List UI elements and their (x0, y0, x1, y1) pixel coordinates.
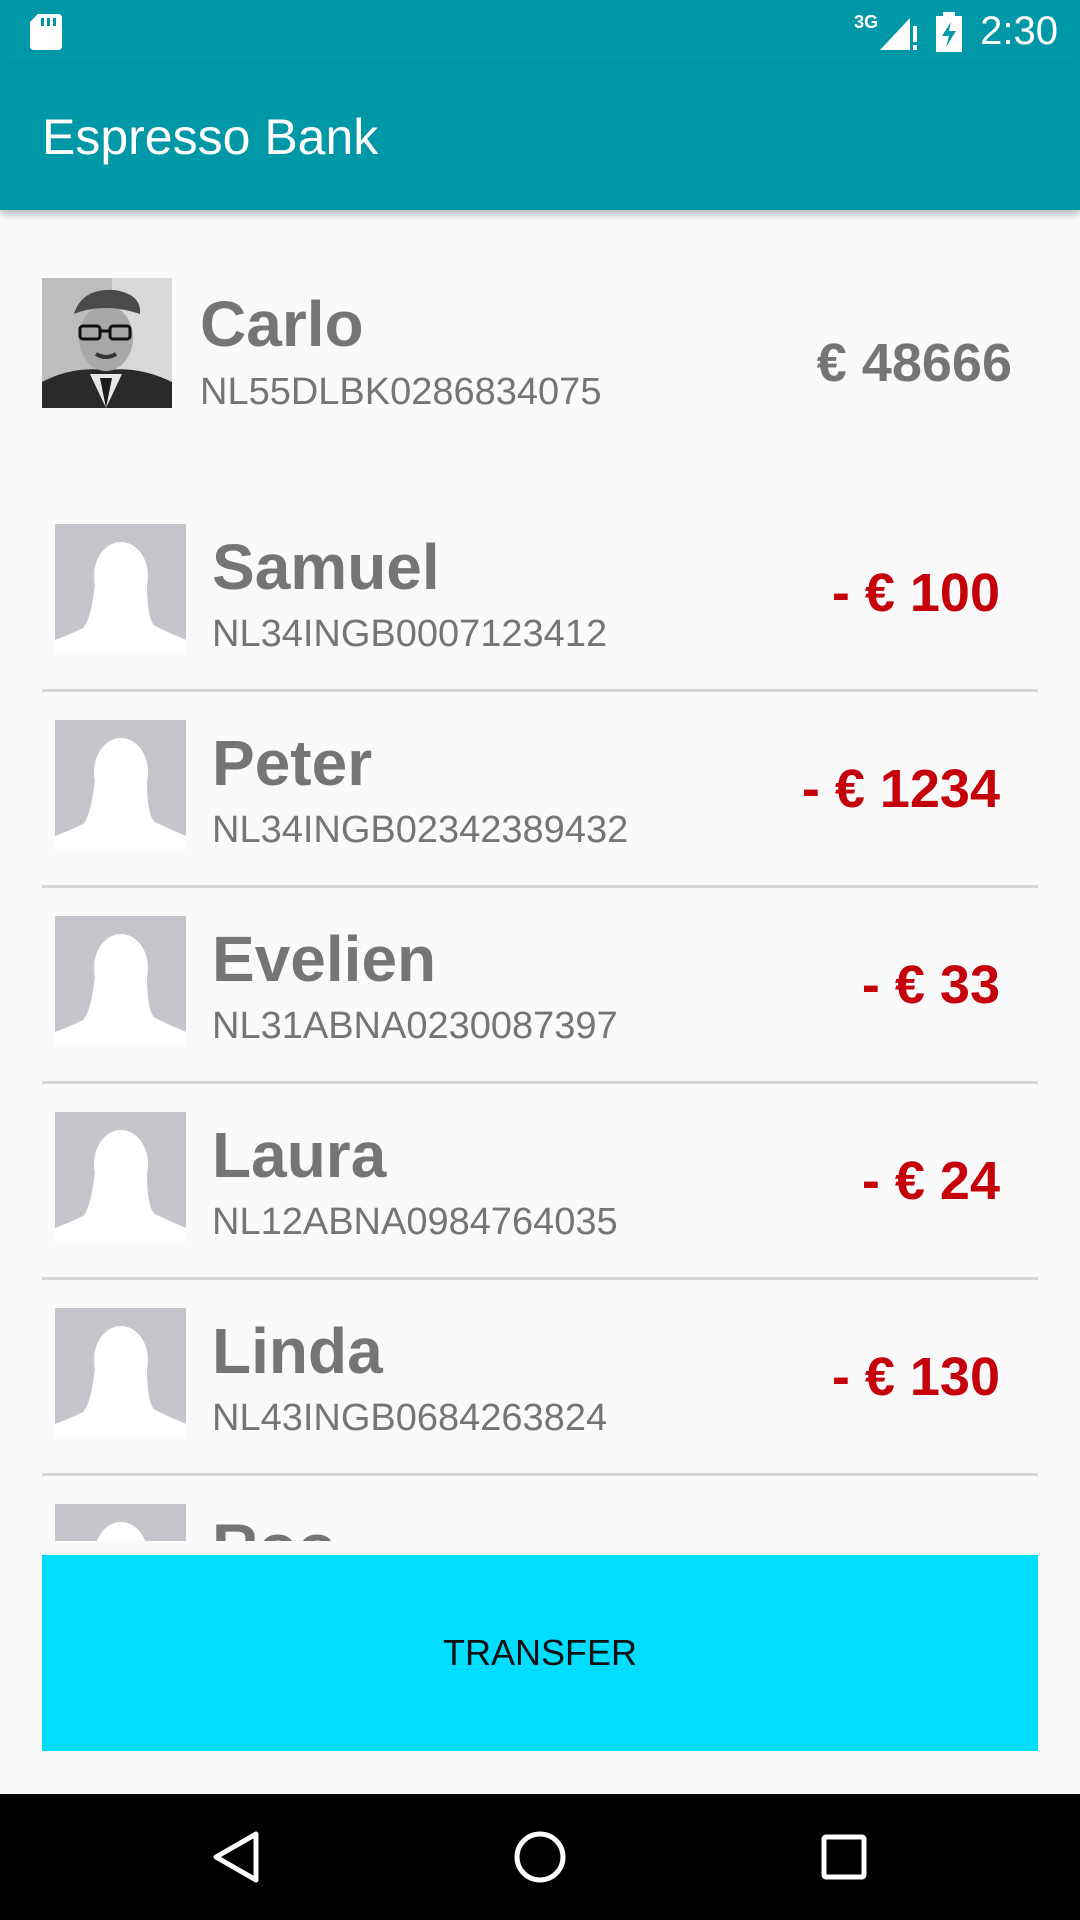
transaction-row[interactable]: Laura NL12ABNA0984764035 - € 24 (42, 1084, 1038, 1280)
account-header: Carlo NL55DLBK0286834075 € 48666 (42, 278, 1042, 413)
battery-charging-icon (936, 11, 963, 52)
transfer-button[interactable]: TRANSFER (42, 1555, 1038, 1751)
transaction-row[interactable]: Peter NL34INGB02342389432 - € 1234 (42, 692, 1038, 888)
avatar-placeholder-icon (55, 1112, 186, 1243)
network-type: 3G (854, 12, 879, 32)
account-name: Carlo (200, 288, 364, 360)
transaction-name: Samuel (212, 531, 440, 603)
home-icon[interactable] (500, 1817, 580, 1897)
signal-icon (880, 17, 918, 50)
transaction-amount: - € 130 (831, 1347, 1000, 1407)
transaction-iban: NL12ABNA0984764035 (212, 1201, 618, 1243)
transaction-iban: NL34INGB0007123412 (212, 613, 608, 655)
avatar-placeholder-icon (55, 720, 186, 851)
transaction-name: Peter (212, 727, 373, 799)
transaction-name: Linda (212, 1315, 383, 1387)
recents-icon[interactable] (804, 1817, 884, 1897)
transaction-name: Roo (212, 1511, 336, 1541)
transaction-amount: - € 24 (861, 1151, 1000, 1211)
transaction-row[interactable]: Roo (42, 1476, 1038, 1541)
transaction-amount: - € 100 (831, 563, 1000, 623)
account-balance: € 48666 (816, 333, 1012, 393)
avatar-placeholder-icon (55, 916, 186, 1047)
status-right: 3G 2:30 (854, 0, 1058, 63)
transaction-iban: NL31ABNA0230087397 (212, 1005, 618, 1047)
screen: 3G 2:30 Espresso Bank Carlo NL55DLBK0286… (0, 0, 1080, 1920)
transaction-amount: - € 33 (861, 955, 1000, 1015)
transaction-amount: - € 1234 (801, 759, 1000, 819)
app-title: Espresso Bank (42, 109, 379, 165)
profile-photo-image (42, 278, 172, 408)
account-iban: NL55DLBK0286834075 (200, 371, 602, 413)
avatar-placeholder-icon (55, 1308, 186, 1439)
back-icon[interactable] (196, 1817, 276, 1897)
transaction-iban: NL43INGB0684263824 (212, 1397, 608, 1439)
transaction-list[interactable]: Samuel NL34INGB0007123412 - € 100 Peter … (42, 496, 1038, 1541)
navigation-bar (0, 1794, 1080, 1920)
transaction-row[interactable]: Linda NL43INGB0684263824 - € 130 (42, 1280, 1038, 1476)
transaction-name: Evelien (212, 923, 437, 995)
avatar-placeholder-icon (55, 1504, 186, 1541)
status-bar: 3G 2:30 (0, 0, 1080, 63)
sd-card-icon (30, 14, 62, 50)
transaction-name: Laura (212, 1119, 387, 1191)
app-bar: Espresso Bank (0, 63, 1080, 210)
status-time: 2:30 (980, 9, 1058, 53)
profile-photo (42, 278, 172, 408)
transaction-iban: NL34INGB02342389432 (212, 809, 629, 851)
transaction-row[interactable]: Evelien NL31ABNA0230087397 - € 33 (42, 888, 1038, 1084)
transaction-row[interactable]: Samuel NL34INGB0007123412 - € 100 (42, 496, 1038, 692)
avatar-placeholder-icon (55, 524, 186, 655)
